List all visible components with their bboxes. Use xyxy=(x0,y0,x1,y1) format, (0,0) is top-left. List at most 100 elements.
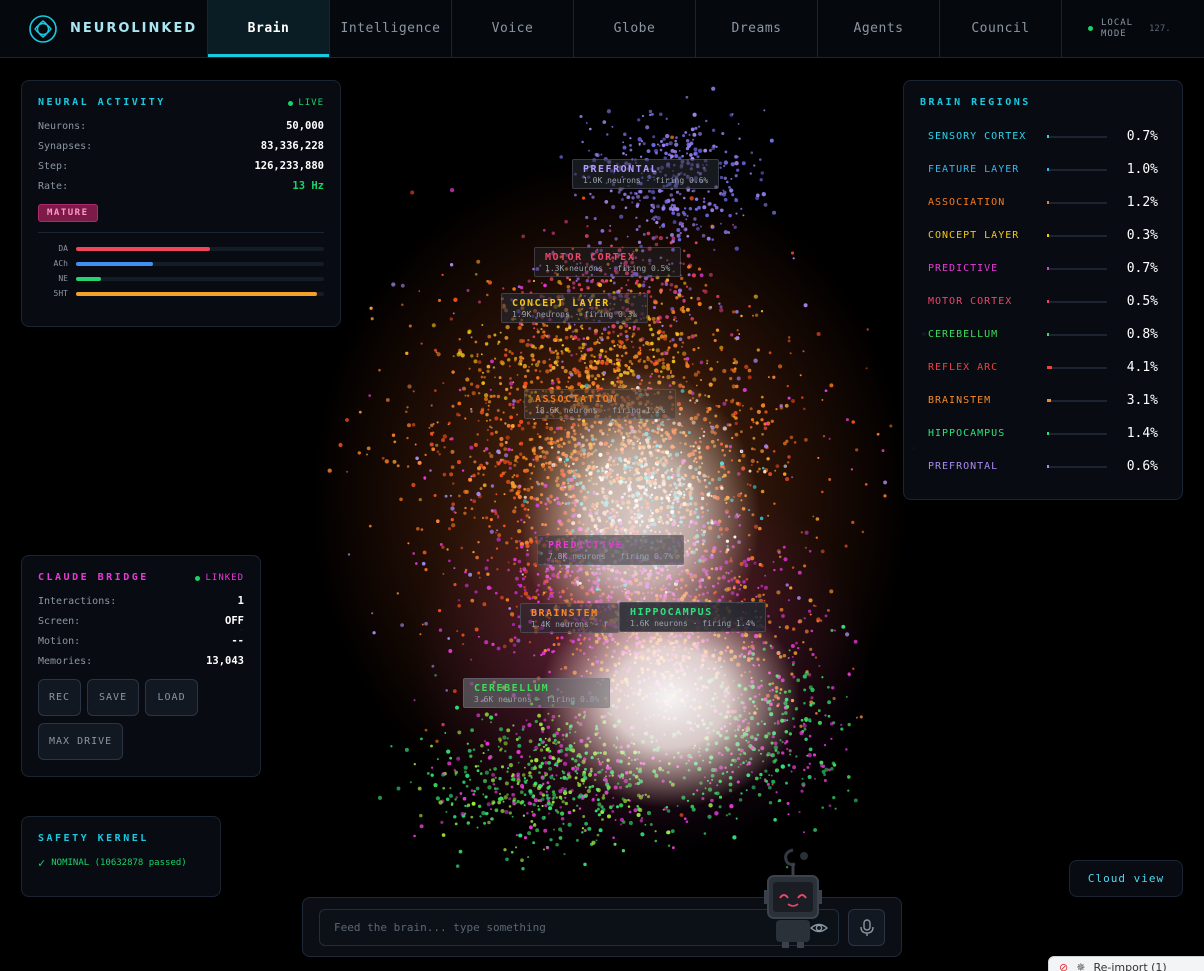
neuron-dot xyxy=(457,494,461,498)
tab-voice[interactable]: Voice xyxy=(451,0,573,57)
neuron-dot xyxy=(665,278,670,282)
neuron-dot xyxy=(385,398,390,402)
neuron-dot xyxy=(420,342,423,345)
tab-intelligence[interactable]: Intelligence xyxy=(329,0,451,57)
neuron-dot xyxy=(807,774,812,780)
neuron-dot xyxy=(595,360,600,365)
neuron-dot xyxy=(677,288,683,293)
neuron-dot xyxy=(651,333,655,337)
neuron-dot xyxy=(396,464,400,468)
neuron-dot xyxy=(466,821,470,825)
neuron-dot xyxy=(492,783,496,786)
neuron-dot xyxy=(534,765,537,768)
neuron-dot xyxy=(606,357,610,362)
neuron-dot xyxy=(522,567,527,572)
tab-brain[interactable]: Brain xyxy=(207,0,329,57)
neuron-dot xyxy=(699,273,704,278)
neuron-dot xyxy=(785,747,789,751)
neuron-dot xyxy=(531,812,536,817)
neuron-dot xyxy=(683,207,687,210)
neuron-dot xyxy=(645,219,649,222)
neuron-dot xyxy=(636,805,639,808)
neuron-dot xyxy=(687,273,691,277)
neuron-dot xyxy=(410,190,415,195)
neuron-dot xyxy=(567,380,570,383)
neuron-dot xyxy=(490,556,494,560)
neuron-dot xyxy=(635,192,638,195)
neuron-dot xyxy=(531,795,535,799)
neuron-dot xyxy=(523,836,528,840)
neuron-dot xyxy=(792,257,795,260)
neuron-dot xyxy=(419,824,424,829)
neuron-dot xyxy=(763,109,766,112)
neuron-dot xyxy=(618,325,623,330)
neuron-dot xyxy=(808,762,812,766)
neuron-dot xyxy=(554,808,558,812)
neuron-dot xyxy=(771,779,776,784)
neuron-dot xyxy=(567,771,571,775)
neuron-dot xyxy=(523,793,527,797)
neuron-dot xyxy=(841,624,846,629)
neuron-dot xyxy=(652,135,656,139)
neuron-dot xyxy=(532,823,537,827)
neuron-dot xyxy=(545,369,550,374)
neuron-dot xyxy=(546,781,550,785)
neuron-dot xyxy=(511,622,516,627)
neuron-dot xyxy=(816,331,821,337)
tab-globe[interactable]: Globe xyxy=(573,0,695,57)
neuron-dot xyxy=(521,725,526,729)
neuron-dot xyxy=(777,364,783,369)
neuron-dot xyxy=(812,753,817,757)
neuron-dot xyxy=(620,286,623,290)
neuron-dot xyxy=(754,313,759,317)
neuron-dot xyxy=(547,750,551,754)
neuron-dot xyxy=(697,346,700,350)
tab-dreams[interactable]: Dreams xyxy=(695,0,817,57)
neuron-dot xyxy=(845,748,848,751)
neuron-dot xyxy=(724,398,728,402)
neuron-dot xyxy=(682,262,685,266)
neuron-dot xyxy=(378,368,381,372)
neuron-dot xyxy=(685,146,690,151)
neuron-dot xyxy=(596,340,599,344)
neuron-dot xyxy=(708,149,712,152)
brand[interactable]: NEUROLINKED xyxy=(0,0,207,57)
neuron-dot xyxy=(705,213,709,218)
neuron-dot xyxy=(614,843,617,845)
neuron-dot xyxy=(503,493,506,496)
neuron-dot xyxy=(474,272,478,276)
neuron-dot xyxy=(549,838,553,842)
tab-council[interactable]: Council xyxy=(939,0,1061,57)
neuron-dot xyxy=(750,418,755,422)
neuron-dot xyxy=(564,219,568,224)
neuron-dot xyxy=(682,249,686,253)
neuron-dot xyxy=(494,357,497,360)
neuron-dot xyxy=(484,566,489,571)
neuron-dot xyxy=(803,831,805,834)
neuron-dot xyxy=(690,296,693,300)
neuron-dot xyxy=(760,584,764,588)
neuron-dot xyxy=(671,236,676,241)
neuron-dot xyxy=(604,200,609,204)
neuron-dot xyxy=(586,370,590,375)
neuron-dot xyxy=(486,428,489,432)
neuron-dot xyxy=(431,323,436,328)
neuron-dot xyxy=(649,209,654,213)
neuron-dot xyxy=(430,773,434,777)
neuron-dot xyxy=(548,797,551,799)
neuron-dot xyxy=(499,740,502,743)
neuron-dot xyxy=(523,779,527,783)
neuron-dot xyxy=(789,352,792,355)
neuron-dot xyxy=(663,223,666,225)
neuron-dot xyxy=(523,381,528,386)
neuron-dot xyxy=(572,797,576,801)
neuron-dot xyxy=(760,489,765,494)
neuron-dot xyxy=(665,236,669,240)
neuron-dot xyxy=(635,279,639,283)
neuron-dot xyxy=(556,338,561,343)
neuron-dot xyxy=(812,701,816,705)
tab-agents[interactable]: Agents xyxy=(817,0,939,57)
neuron-dot xyxy=(623,132,627,137)
neuron-dot xyxy=(599,336,602,339)
neuron-dot xyxy=(728,186,731,189)
